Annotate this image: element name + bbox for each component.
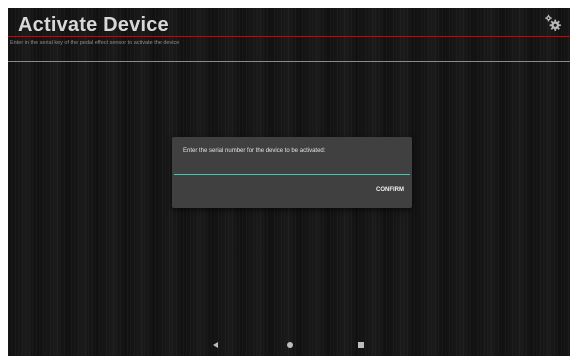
serial-dialog: Enter the serial number for the device t… [172, 137, 412, 208]
device-screen: Activate Device Enter in the serial key … [8, 8, 570, 356]
serial-number-input[interactable] [174, 165, 410, 175]
home-icon[interactable] [287, 342, 293, 348]
gear-icon[interactable] [544, 14, 562, 32]
dialog-message: Enter the serial number for the device t… [183, 148, 326, 154]
recents-icon[interactable] [358, 342, 364, 348]
page-title: Activate Device [18, 14, 169, 36]
back-icon[interactable] [213, 342, 218, 348]
page-subtitle: Enter in the serial key of the pedal eff… [10, 40, 180, 46]
header-divider-red [8, 36, 570, 37]
system-navbar [8, 338, 570, 356]
confirm-button[interactable]: CONFIRM [376, 187, 404, 193]
header-divider [8, 61, 570, 62]
